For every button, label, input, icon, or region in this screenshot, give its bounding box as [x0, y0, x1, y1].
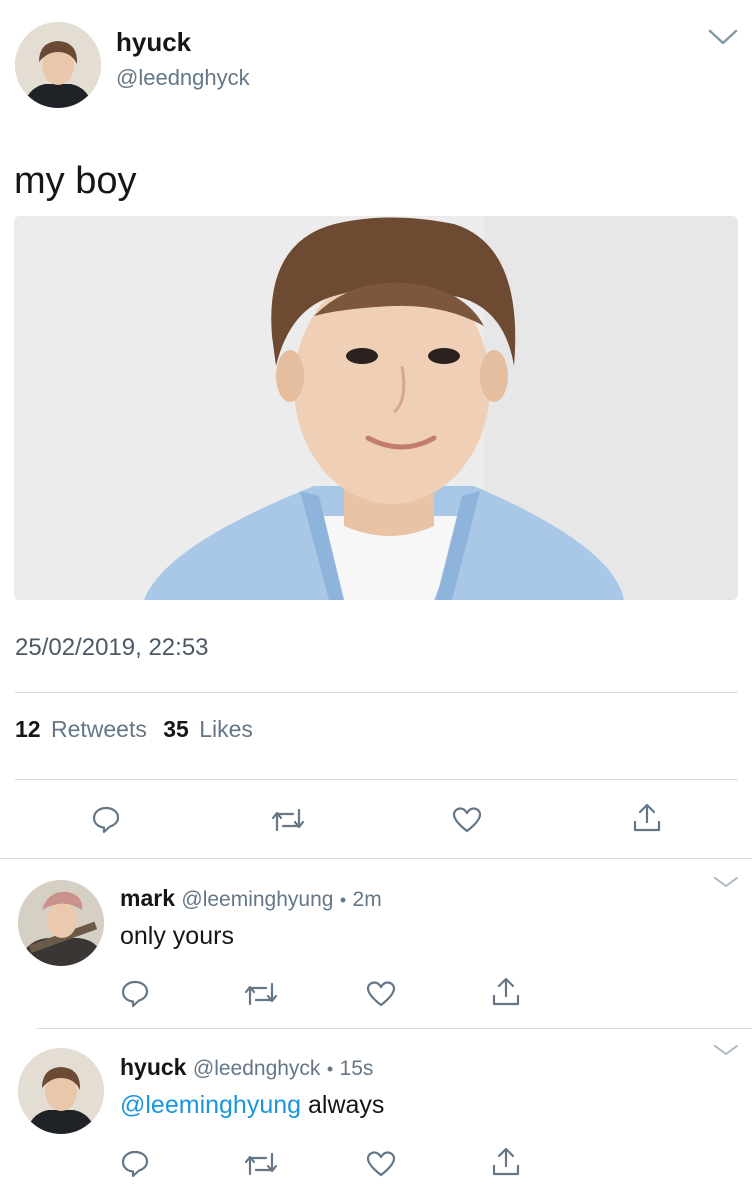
share-icon[interactable]	[490, 976, 522, 1008]
tweet-timestamp[interactable]: 25/02/2019, 22:53	[15, 634, 209, 662]
divider	[36, 1028, 752, 1029]
reply-age[interactable]: 15s	[340, 1057, 374, 1080]
retweet-icon[interactable]	[244, 1150, 278, 1178]
reply-text: only yours	[120, 922, 234, 950]
like-label[interactable]: Likes	[199, 716, 253, 742]
engagement-stats: 12 Retweets 35 Likes	[15, 716, 253, 743]
divider	[15, 779, 738, 780]
separator-dot: •	[326, 1059, 334, 1079]
mention-link[interactable]: @leeminghyung	[120, 1091, 301, 1119]
like-icon[interactable]	[366, 980, 396, 1008]
retweet-count[interactable]: 12	[15, 716, 41, 742]
like-icon[interactable]	[452, 806, 482, 834]
divider	[15, 692, 738, 693]
retweet-label[interactable]: Retweets	[51, 716, 147, 742]
reply-age[interactable]: 2m	[353, 888, 382, 911]
like-count[interactable]: 35	[163, 716, 189, 742]
chevron-down-icon[interactable]	[708, 28, 738, 46]
author-handle[interactable]: @leednghyck	[116, 65, 250, 91]
share-icon[interactable]	[490, 1146, 522, 1178]
chevron-down-icon[interactable]	[712, 1043, 740, 1057]
reply-text: @leeminghyung always	[120, 1091, 384, 1120]
divider	[0, 858, 752, 859]
reply-icon[interactable]	[120, 1148, 150, 1178]
reply-icon[interactable]	[120, 978, 150, 1008]
reply-avatar[interactable]	[18, 880, 104, 966]
reply-author-handle[interactable]: @leednghyck	[193, 1057, 321, 1080]
reply-author-name[interactable]: mark	[120, 885, 175, 911]
reply-header: mark @leeminghyung • 2m	[120, 885, 382, 912]
tweet-photo[interactable]	[14, 216, 738, 600]
tweet-text: my boy	[14, 160, 137, 202]
reply-author-name[interactable]: hyuck	[120, 1054, 186, 1080]
author-name[interactable]: hyuck	[116, 27, 191, 58]
reply-text-body: always	[301, 1091, 385, 1119]
chevron-down-icon[interactable]	[712, 875, 740, 889]
reply-header: hyuck @leednghyck • 15s	[120, 1054, 373, 1081]
share-icon[interactable]	[631, 802, 663, 834]
reply-avatar[interactable]	[18, 1048, 104, 1134]
reply-author-handle[interactable]: @leeminghyung	[181, 888, 333, 911]
retweet-icon[interactable]	[271, 806, 305, 834]
separator-dot: •	[339, 890, 347, 910]
reply-icon[interactable]	[91, 804, 121, 834]
author-avatar[interactable]	[15, 22, 101, 108]
like-icon[interactable]	[366, 1150, 396, 1178]
retweet-icon[interactable]	[244, 980, 278, 1008]
